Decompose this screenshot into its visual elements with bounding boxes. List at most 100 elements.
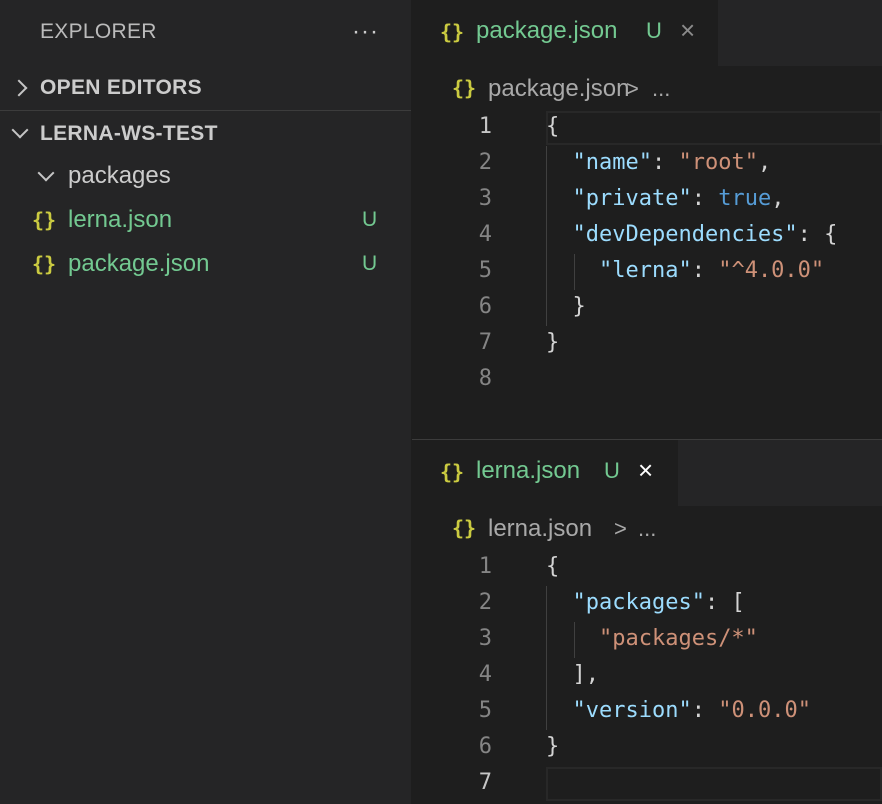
code-token: true — [718, 186, 772, 211]
code-line[interactable]: 5 "lerna": "^4.0.0" — [412, 254, 882, 290]
tree-item-packages-folder[interactable]: packages — [0, 155, 411, 199]
line-number: 3 — [478, 626, 492, 651]
line-number: 3 — [478, 186, 492, 211]
code-line[interactable]: 1{ — [412, 110, 882, 146]
code-token: "root" — [678, 150, 758, 175]
line-number: 1 — [478, 114, 492, 139]
line-number: 7 — [478, 330, 492, 355]
code-line[interactable]: 3 "private": true, — [412, 182, 882, 218]
editor-group-top: {} package.json U × {} package.json > ..… — [412, 0, 882, 440]
code-line[interactable]: 4 "devDependencies": { — [412, 218, 882, 254]
breadcrumb: {} package.json > ... — [412, 66, 882, 112]
code-text: "version": "0.0.0" — [546, 698, 811, 723]
workspace-label: LERNA-WS-TEST — [40, 122, 218, 145]
code-line[interactable]: 5 "version": "0.0.0" — [412, 694, 882, 730]
code-text: "private": true, — [546, 186, 785, 211]
breadcrumb-more[interactable]: ... — [638, 516, 656, 542]
breadcrumb-separator: > — [614, 516, 627, 541]
code-token: ], — [546, 662, 599, 687]
untracked-badge: U — [362, 208, 378, 231]
explorer-header: EXPLORER ··· — [0, 0, 411, 66]
editor-group-bottom: {} lerna.json U × {} lerna.json > ... 1{… — [412, 440, 882, 804]
line-number: 4 — [478, 222, 492, 247]
tab-package-json[interactable]: {} package.json U × — [412, 0, 718, 66]
code-line[interactable]: 6 } — [412, 290, 882, 326]
code-line[interactable]: 2 "packages": [ — [412, 586, 882, 622]
json-file-icon: {} — [452, 516, 477, 540]
untracked-badge: U — [646, 18, 662, 43]
open-editors-section[interactable]: OPEN EDITORS — [0, 66, 411, 110]
tab-bar: {} lerna.json U × — [412, 440, 882, 506]
breadcrumb-more[interactable]: ... — [652, 76, 670, 102]
line-number: 2 — [478, 590, 492, 615]
folder-name: packages — [68, 162, 171, 189]
json-file-icon: {} — [32, 208, 57, 232]
code-token: } — [546, 734, 560, 759]
code-token: "private" — [572, 186, 692, 211]
code-token: "name" — [572, 150, 652, 175]
close-icon[interactable]: × — [680, 15, 695, 46]
tab-label: package.json — [476, 17, 618, 44]
breadcrumb-file[interactable]: package.json — [488, 75, 629, 103]
untracked-badge: U — [604, 458, 620, 483]
line-number: 2 — [478, 150, 492, 175]
code-text: "packages": [ — [546, 590, 745, 615]
line-number: 7 — [478, 770, 492, 795]
code-line[interactable]: 3 "packages/*" — [412, 622, 882, 658]
tab-bar: {} package.json U × — [412, 0, 882, 66]
line-number: 5 — [478, 698, 492, 723]
code-token: { — [546, 114, 560, 139]
chevron-right-icon — [10, 79, 28, 97]
code-token: : — [651, 150, 679, 175]
tree-item-lerna-json[interactable]: {} lerna.json U — [0, 199, 411, 243]
code-text: "lerna": "^4.0.0" — [546, 258, 824, 283]
close-icon[interactable]: × — [638, 455, 653, 486]
code-token: } — [546, 294, 586, 319]
code-text: { — [546, 554, 559, 579]
code-line[interactable]: 2 "name": "root", — [412, 146, 882, 182]
open-editors-label: OPEN EDITORS — [40, 76, 202, 99]
chevron-down-icon — [11, 121, 29, 139]
tree-item-package-json[interactable]: {} package.json U — [0, 243, 411, 287]
file-name: lerna.json — [68, 206, 173, 233]
code-line[interactable]: 7 — [412, 766, 882, 802]
code-line[interactable]: 8 — [412, 362, 882, 398]
line-number: 1 — [478, 554, 492, 579]
json-file-icon: {} — [32, 252, 57, 276]
code-text: "packages/*" — [546, 626, 758, 651]
workspace-section[interactable]: LERNA-WS-TEST — [0, 112, 411, 156]
code-token: "devDependencies" — [572, 222, 798, 247]
code-text: { — [546, 114, 559, 139]
explorer-sidebar: EXPLORER ··· OPEN EDITORS LERNA-WS-TEST … — [0, 0, 411, 804]
breadcrumb: {} lerna.json > ... — [412, 506, 882, 552]
line-number: 4 — [478, 662, 492, 687]
breadcrumb-file[interactable]: lerna.json — [488, 515, 592, 543]
code-token: : — [691, 258, 719, 283]
code-text: ], — [546, 662, 599, 687]
code-line[interactable]: 7} — [412, 326, 882, 362]
code-text: "devDependencies": { — [546, 222, 838, 247]
code-line[interactable]: 1{ — [412, 550, 882, 586]
line-number: 6 — [478, 734, 492, 759]
code-text: "name": "root", — [546, 150, 772, 175]
code-token: "packages/*" — [598, 626, 758, 651]
code-text: } — [546, 734, 559, 759]
line-number: 8 — [478, 366, 492, 391]
more-actions-icon[interactable]: ··· — [352, 18, 379, 46]
code-token: , — [771, 186, 785, 211]
code-line[interactable]: 4 ], — [412, 658, 882, 694]
code-token: : { — [797, 222, 838, 247]
json-file-icon: {} — [440, 20, 465, 44]
code-text: } — [546, 330, 559, 355]
code-line[interactable]: 6} — [412, 730, 882, 766]
code-token: "version" — [572, 698, 692, 723]
code-token: "packages" — [572, 590, 705, 615]
code-token: "^4.0.0" — [718, 258, 825, 283]
code-token: } — [546, 330, 560, 355]
tab-lerna-json[interactable]: {} lerna.json U × — [412, 440, 678, 506]
explorer-title: EXPLORER — [40, 20, 157, 43]
